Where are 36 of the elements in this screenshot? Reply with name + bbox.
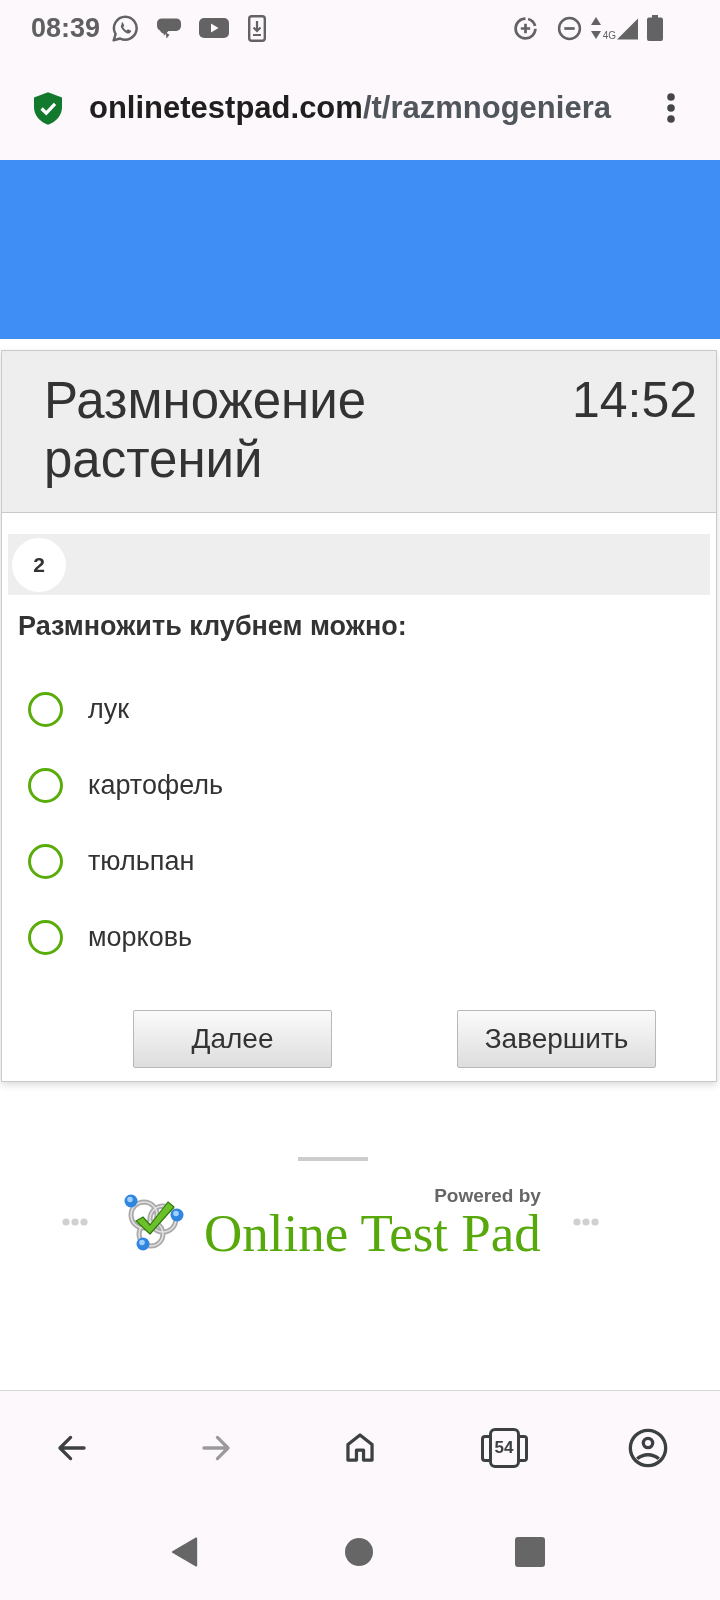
status-time: 08:39 (31, 12, 101, 44)
test-title: Размножение растений (44, 371, 367, 489)
signal-icon (617, 18, 638, 40)
battery-icon (647, 15, 663, 41)
ellipsis-icon (62, 1218, 88, 1226)
account-icon (628, 1428, 668, 1468)
home-circle-icon[interactable] (345, 1538, 373, 1566)
secure-shield-icon (34, 91, 62, 125)
back-triangle-icon[interactable] (171, 1537, 199, 1567)
powered-by-text: Powered by (434, 1185, 541, 1207)
download-phone-icon (248, 14, 267, 42)
data-arrows-icon (590, 17, 601, 39)
nav-button[interactable]: Далее (133, 1010, 332, 1068)
radio-button[interactable] (28, 843, 63, 879)
question-text: Размножить клубнем можно: (17, 611, 408, 641)
ellipsis-icon (572, 1218, 599, 1226)
chat-bubbles-icon (157, 16, 183, 40)
timer: 14:52 (571, 371, 697, 430)
url-text[interactable]: onlinetestpad.com/t/razmnogeniera (89, 88, 611, 128)
menu-icon[interactable] (667, 93, 675, 123)
nav-button[interactable]: Завершить (457, 1010, 656, 1068)
radio-button[interactable] (28, 767, 63, 803)
option-label: картофель (88, 769, 224, 801)
option-label: лук (88, 693, 130, 725)
option-label: тюльпан (88, 845, 195, 877)
radio-button[interactable] (28, 919, 63, 955)
option-label: морковь (88, 921, 193, 953)
network-type: 4G (602, 30, 616, 41)
minus-circle-icon (556, 15, 582, 41)
play-button-icon (199, 18, 230, 38)
question-number: 2 (12, 537, 66, 592)
chat-phone-icon (112, 14, 140, 42)
data-saver-icon (512, 15, 538, 41)
radio-button[interactable] (28, 691, 63, 727)
account-button[interactable] (628, 1428, 668, 1468)
home-icon (343, 1431, 377, 1465)
